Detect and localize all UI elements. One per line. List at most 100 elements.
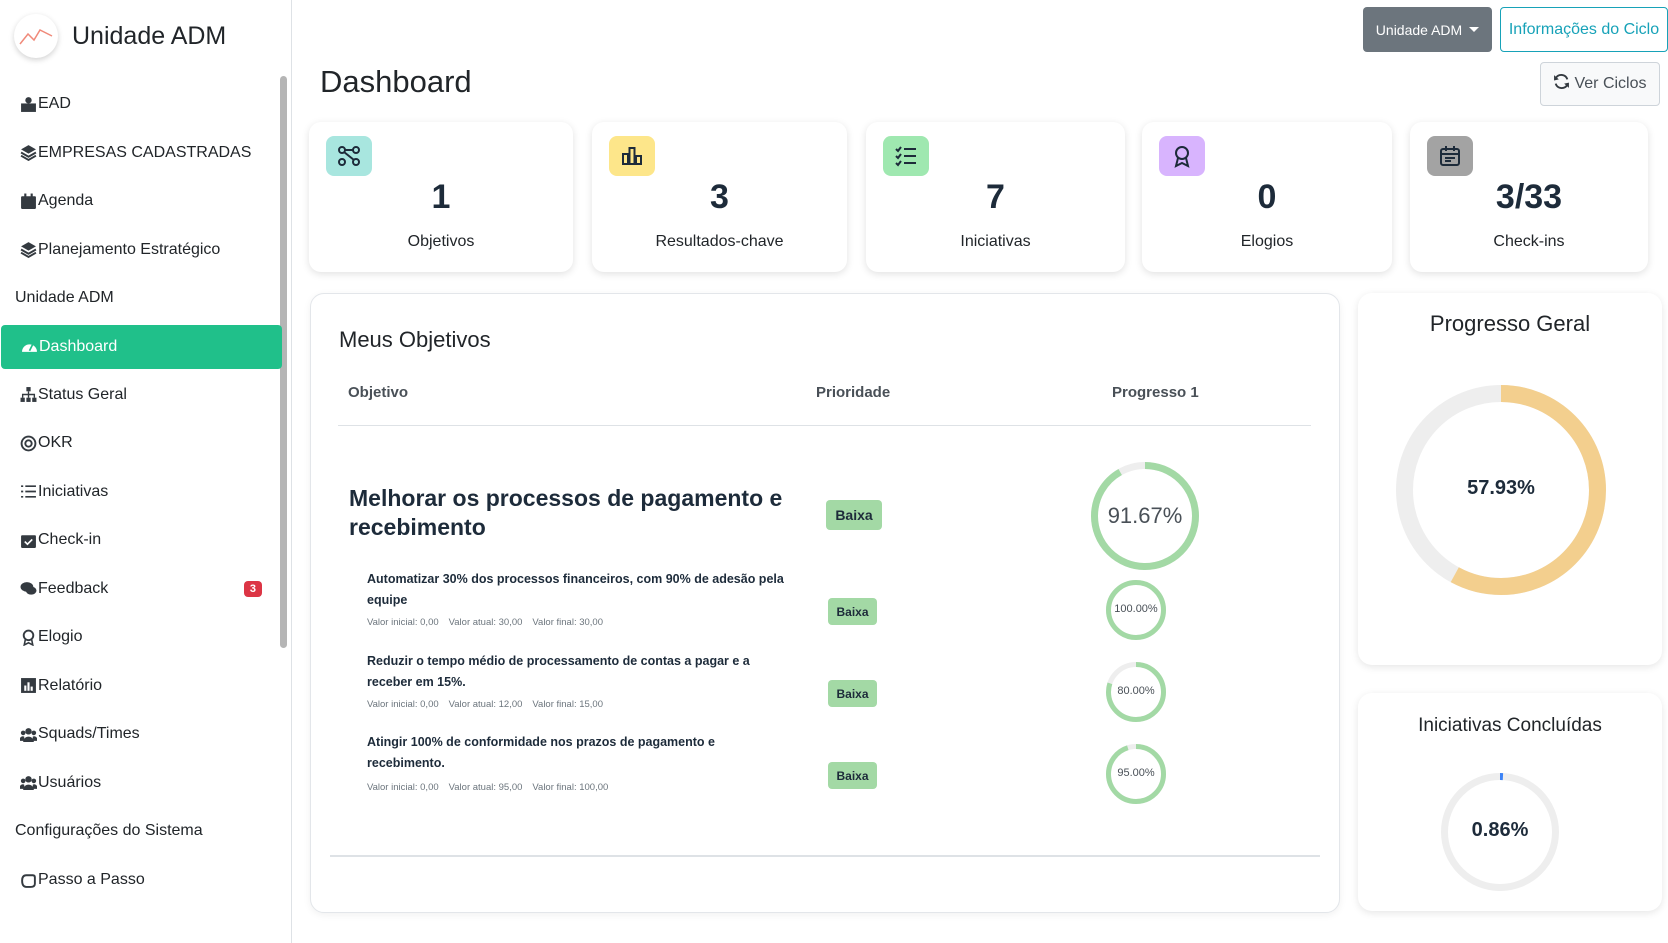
sidebar-item-label: Relatório bbox=[38, 676, 103, 694]
stat-card-check-ins[interactable]: 3/33 Check-ins bbox=[1410, 122, 1648, 272]
chart-bar-icon bbox=[609, 136, 655, 176]
stat-label: Objetivos bbox=[407, 233, 475, 250]
sidebar-item-label: EAD bbox=[38, 95, 71, 113]
sidebar-item-empresas[interactable]: EMPRESAS CADASTRADAS bbox=[0, 129, 282, 178]
stat-label: Iniciativas bbox=[960, 233, 1031, 250]
stat-label: Elogios bbox=[1240, 233, 1294, 250]
key-result-progress-ring: 95.00% bbox=[1106, 744, 1166, 804]
calendar-check-icon bbox=[19, 531, 37, 549]
panel-title: Meus Objetivos bbox=[339, 327, 491, 352]
objective-progress-ring: 91.67% bbox=[1091, 462, 1199, 570]
key-result-values: Valor inicial: 0,00 Valor atual: 95,00 Val… bbox=[367, 782, 618, 793]
sidebar-item-label: OKR bbox=[38, 434, 73, 452]
stat-card-resultados-chave[interactable]: 3 Resultados-chave bbox=[592, 122, 847, 272]
sidebar-item-passo-a-passo[interactable]: Passo a Passo bbox=[0, 856, 282, 905]
priority-badge: Baixa bbox=[828, 598, 877, 625]
progress-label: 80.00% bbox=[1117, 685, 1155, 697]
progress-label: 100.00% bbox=[1114, 603, 1158, 615]
progresso-geral-card: Progresso Geral 57.93% bbox=[1358, 293, 1662, 665]
sidebar-item-label: Check-in bbox=[38, 531, 102, 549]
column-header-prioridade: Prioridade bbox=[816, 384, 891, 401]
sidebar-item-agenda[interactable]: Agenda bbox=[0, 177, 282, 226]
ver-ciclos-label: Ver Ciclos bbox=[1574, 75, 1647, 92]
calendar-icon bbox=[1427, 136, 1473, 176]
column-header-progresso: Progresso 1 bbox=[1112, 384, 1199, 401]
sidebar-section-configuracoes: Configurações do Sistema bbox=[0, 807, 282, 856]
sidebar-item-usuarios[interactable]: Usuários bbox=[0, 759, 282, 808]
caret-down-icon bbox=[1469, 27, 1480, 32]
objective-title[interactable]: Melhorar os processos de pagamento e rec… bbox=[349, 484, 789, 542]
users-icon bbox=[19, 774, 37, 792]
informacoes-ciclo-label: Informações do Ciclo bbox=[1508, 20, 1660, 38]
unidade-dropdown-button[interactable]: Unidade ADM bbox=[1363, 7, 1492, 52]
sidebar-item-status-geral[interactable]: Status Geral bbox=[0, 371, 282, 420]
valor-atual: Valor atual: 30,00 bbox=[448, 617, 523, 628]
sidebar-item-label: EMPRESAS CADASTRADAS bbox=[38, 143, 252, 161]
stat-card-objetivos[interactable]: 1 Objetivos bbox=[309, 122, 573, 272]
sidebar-item-relatorio[interactable]: Relatório bbox=[0, 662, 282, 711]
stat-card-elogios[interactable]: 0 Elogios bbox=[1142, 122, 1392, 272]
users-icon bbox=[19, 725, 37, 743]
brand-title: Unidade ADM bbox=[72, 21, 227, 50]
sitemap-icon bbox=[19, 386, 37, 404]
layers-icon bbox=[19, 241, 37, 259]
sidebar-item-planejamento[interactable]: Planejamento Estratégico bbox=[0, 226, 282, 275]
award-icon bbox=[1159, 136, 1205, 176]
sidebar-item-label: Elogio bbox=[38, 628, 83, 646]
sidebar-item-elogio[interactable]: Elogio bbox=[0, 613, 282, 662]
valor-final: Valor final: 15,00 bbox=[532, 699, 603, 710]
priority-badge: Baixa bbox=[826, 500, 882, 530]
stat-value: 0 bbox=[1257, 178, 1277, 216]
chart-line-logo-icon bbox=[14, 14, 58, 58]
sidebar-section-unidade: Unidade ADM bbox=[0, 274, 282, 323]
chart-bar-icon bbox=[19, 677, 37, 695]
sidebar-item-check-in[interactable]: Check-in bbox=[0, 516, 282, 565]
column-header-objetivo: Objetivo bbox=[348, 384, 409, 401]
valor-inicial: Valor inicial: 0,00 bbox=[367, 782, 439, 793]
stat-label: Check-ins bbox=[1493, 233, 1565, 250]
sync-icon bbox=[1553, 73, 1570, 95]
valor-final: Valor final: 30,00 bbox=[532, 617, 603, 628]
key-result-progress-ring: 80.00% bbox=[1106, 662, 1166, 722]
sidebar-item-ead[interactable]: EAD bbox=[0, 80, 282, 129]
key-result-progress-ring: 100.00% bbox=[1106, 580, 1166, 640]
stat-card-iniciativas[interactable]: 7 Iniciativas bbox=[866, 122, 1125, 272]
gauge-icon bbox=[20, 338, 38, 356]
sidebar-item-label: Feedback bbox=[38, 579, 109, 597]
stat-value: 7 bbox=[986, 178, 1005, 216]
key-result-values: Valor inicial: 0,00 Valor atual: 30,00 Val… bbox=[367, 617, 613, 628]
card-title: Progresso Geral bbox=[1429, 311, 1591, 336]
meus-objetivos-panel: Meus Objetivos Objetivo Prioridade Progr… bbox=[310, 293, 1340, 913]
list-check-icon bbox=[883, 136, 929, 176]
stat-value: 1 bbox=[431, 178, 451, 216]
sidebar-nav: EAD EMPRESAS CADASTRADAS Agenda Planejam… bbox=[0, 80, 282, 904]
valor-final: Valor final: 100,00 bbox=[532, 782, 609, 793]
key-result-title[interactable]: Automatizar 30% dos processos financeiro… bbox=[367, 569, 787, 611]
sidebar-item-iniciativas[interactable]: Iniciativas bbox=[0, 468, 282, 517]
sidebar-item-label: Agenda bbox=[38, 192, 94, 210]
award-icon bbox=[19, 628, 37, 646]
priority-badge: Baixa bbox=[828, 680, 877, 707]
stat-value: 3/33 bbox=[1495, 178, 1563, 216]
sidebar-section-label: Unidade ADM bbox=[15, 289, 114, 307]
ver-ciclos-button[interactable]: Ver Ciclos bbox=[1540, 62, 1660, 106]
iniciativas-concluidas-card: Iniciativas Concluídas 0.86% bbox=[1358, 693, 1662, 911]
key-result-title[interactable]: Atingir 100% de conformidade nos prazos … bbox=[367, 732, 787, 774]
informacoes-ciclo-button[interactable]: Informações do Ciclo bbox=[1500, 7, 1668, 52]
valor-atual: Valor atual: 12,00 bbox=[448, 699, 523, 710]
table-bottom-divider bbox=[330, 855, 1320, 857]
valor-inicial: Valor inicial: 0,00 bbox=[367, 617, 439, 628]
nodes-icon bbox=[326, 136, 372, 176]
sidebar-item-label: Status Geral bbox=[38, 385, 127, 403]
sidebar-item-label: Usuários bbox=[38, 773, 102, 791]
sidebar-item-label: Squads/Times bbox=[38, 725, 140, 743]
sidebar-item-feedback[interactable]: Feedback 3 bbox=[0, 565, 282, 614]
calendar-icon bbox=[19, 192, 37, 210]
key-result-title[interactable]: Reduzir o tempo médio de processamento d… bbox=[367, 651, 787, 693]
sidebar-item-dashboard[interactable]: Dashboard bbox=[1, 324, 282, 369]
page-title: Dashboard bbox=[320, 64, 472, 99]
sidebar-item-label: Iniciativas bbox=[38, 482, 109, 500]
brand[interactable]: Unidade ADM bbox=[14, 14, 226, 58]
sidebar-item-squads[interactable]: Squads/Times bbox=[0, 710, 282, 759]
sidebar-item-okr[interactable]: OKR bbox=[0, 419, 282, 468]
